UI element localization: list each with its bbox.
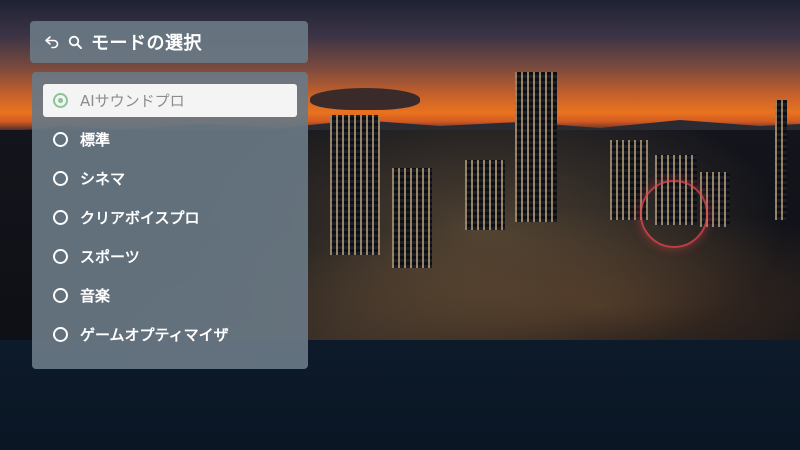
cloud: [310, 88, 420, 110]
back-arrow-icon[interactable]: [44, 34, 60, 50]
option-game-optimizer[interactable]: ゲームオプティマイザ: [43, 318, 297, 351]
option-sports[interactable]: スポーツ: [43, 240, 297, 273]
search-icon[interactable]: [68, 35, 83, 50]
option-label: 標準: [80, 131, 111, 149]
radio-icon: [53, 327, 68, 342]
radio-icon: [53, 288, 68, 303]
radio-icon: [53, 171, 68, 186]
option-label: クリアボイスプロ: [80, 209, 200, 227]
skyscraper: [392, 168, 432, 268]
option-label: シネマ: [80, 170, 126, 188]
radio-selected-icon: [53, 93, 68, 108]
option-label: ゲームオプティマイザ: [80, 326, 229, 344]
option-clear-voice-pro[interactable]: クリアボイスプロ: [43, 201, 297, 234]
option-ai-sound-pro[interactable]: AIサウンドプロ: [43, 84, 297, 117]
radio-icon: [53, 132, 68, 147]
option-label: 音楽: [80, 287, 111, 305]
skyscraper: [775, 100, 787, 220]
option-label: AIサウンドプロ: [80, 92, 185, 110]
skyscraper: [465, 160, 505, 230]
skyscraper: [330, 115, 380, 255]
radio-icon: [53, 210, 68, 225]
sound-mode-list: AIサウンドプロ 標準 シネマ クリアボイスプロ スポーツ 音楽 ゲームオプティ…: [32, 72, 308, 369]
option-standard[interactable]: 標準: [43, 123, 297, 156]
option-music[interactable]: 音楽: [43, 279, 297, 312]
option-cinema[interactable]: シネマ: [43, 162, 297, 195]
page-title: モードの選択: [91, 33, 202, 54]
landmark-tower: [515, 72, 557, 222]
mode-select-header: モードの選択: [30, 21, 308, 63]
option-label: スポーツ: [80, 248, 140, 266]
radio-icon: [53, 249, 68, 264]
ferris-wheel: [640, 180, 708, 248]
